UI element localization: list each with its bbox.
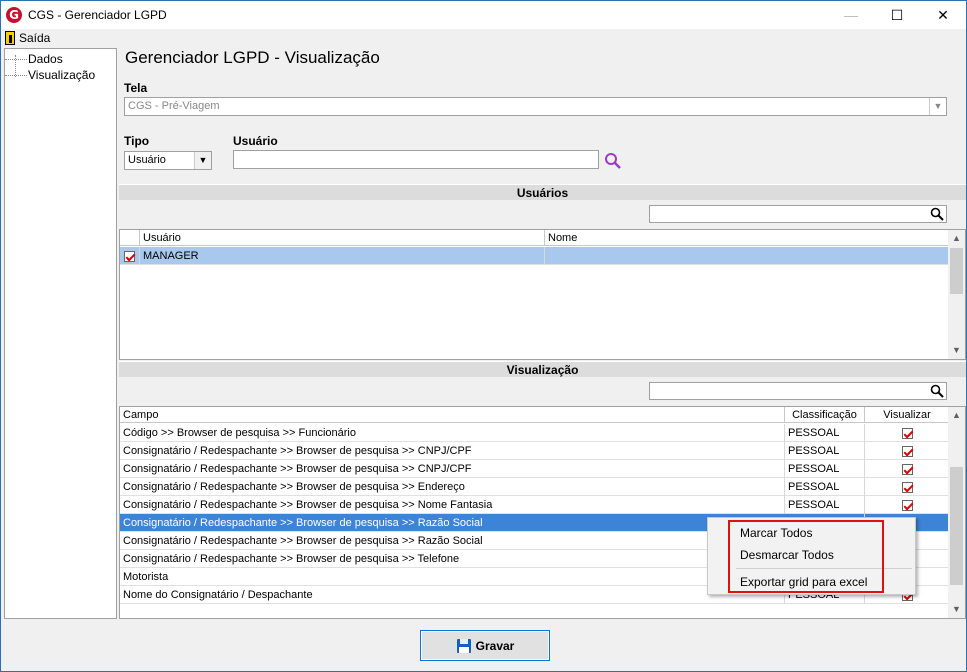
cell-usuario: MANAGER [140,247,545,265]
tree-item-visualizacao[interactable]: Visualização [5,67,95,83]
minimize-button[interactable]: — [828,1,874,29]
page-title: Gerenciador LGPD - Visualização [125,48,380,67]
table-row[interactable]: Código >> Browser de pesquisa >> Funcion… [120,424,950,442]
usuarios-grid: Usuário Nome MANAGER ▲ ▼ [119,229,966,360]
column-header-nome[interactable]: Nome [545,230,950,246]
save-button[interactable]: Gravar [420,630,550,661]
search-icon[interactable] [930,384,944,398]
exit-door-icon [5,31,15,45]
scroll-down-icon[interactable]: ▼ [948,601,965,618]
cell-visualizar[interactable] [865,496,950,514]
tela-label: Tela [124,81,148,95]
tree-item-label: Visualização [28,68,96,82]
scroll-thumb[interactable] [950,248,963,294]
cell-classificacao: PESSOAL [785,460,865,478]
cell-classificacao: PESSOAL [785,424,865,442]
cell-campo: Consignatário / Redespachante >> Browser… [120,532,785,550]
search-icon[interactable] [603,151,623,171]
table-row[interactable]: Consignatário / Redespachante >> Browser… [120,460,950,478]
scroll-up-icon[interactable]: ▲ [948,230,965,247]
cell-visualizar[interactable] [865,478,950,496]
cell-campo: Consignatário / Redespachante >> Browser… [120,442,785,460]
visualizacao-section-header: Visualização [119,361,966,377]
visualizar-checkbox[interactable] [901,499,913,511]
cell-campo: Consignatário / Redespachante >> Browser… [120,550,785,568]
search-icon[interactable] [930,207,944,221]
title-bar: G CGS - Gerenciador LGPD — ☐ ✕ [1,1,966,29]
visualizacao-filter-input[interactable] [649,382,947,400]
menu-bar: Saída [1,29,966,47]
tela-value: CGS - Pré-Viagem [128,100,220,112]
cell-classificacao: PESSOAL [785,442,865,460]
table-row[interactable]: Consignatário / Redespachante >> Browser… [120,478,950,496]
cell-campo: Nome do Consignatário / Despachante [120,586,785,604]
cell-campo: Consignatário / Redespachante >> Browser… [120,478,785,496]
cell-campo: Consignatário / Redespachante >> Browser… [120,460,785,478]
cell-campo: Consignatário / Redespachante >> Browser… [120,514,785,532]
cell-visualizar[interactable] [865,460,950,478]
chevron-down-icon[interactable]: ▼ [194,152,211,169]
visualizar-checkbox[interactable] [901,463,913,475]
tree-item-label: Dados [28,52,63,66]
tipo-value: Usuário [128,154,166,166]
table-row[interactable]: MANAGER [120,247,950,265]
scroll-up-icon[interactable]: ▲ [948,407,965,424]
navigation-tree: Dados Visualização [4,48,117,619]
row-indicator-column [120,230,140,246]
menu-exit-label: Saída [19,31,51,45]
scroll-thumb[interactable] [950,467,963,585]
tela-combo[interactable]: CGS - Pré-Viagem ▼ [124,97,947,116]
cell-classificacao: PESSOAL [785,478,865,496]
visualizar-checkbox[interactable] [901,445,913,457]
usuarios-section-header: Usuários [119,184,966,200]
row-checkbox-cell[interactable] [120,247,140,265]
tipo-select[interactable]: Usuário ▼ [124,151,212,170]
floppy-disk-icon [456,638,471,653]
scroll-down-icon[interactable]: ▼ [948,342,965,359]
table-row[interactable]: Consignatário / Redespachante >> Browser… [120,496,950,514]
maximize-button[interactable]: ☐ [874,1,920,29]
chevron-down-icon[interactable]: ▼ [929,98,946,115]
cell-nome [545,247,950,265]
usuarios-filter-input[interactable] [649,205,947,223]
cell-campo: Consignatário / Redespachante >> Browser… [120,496,785,514]
visualizacao-vertical-scrollbar[interactable]: ▲ ▼ [948,407,965,618]
annotation-highlight-box [728,520,884,593]
tree-item-dados[interactable]: Dados [5,51,63,67]
window-title: CGS - Gerenciador LGPD [28,8,167,22]
usuario-input[interactable] [233,150,599,169]
visualizar-checkbox[interactable] [901,481,913,493]
close-button[interactable]: ✕ [920,1,966,29]
app-window: G CGS - Gerenciador LGPD — ☐ ✕ Saída Dad… [0,0,967,672]
cell-visualizar[interactable] [865,424,950,442]
column-header-campo[interactable]: Campo [120,407,785,423]
save-button-label: Gravar [475,638,515,653]
table-row[interactable]: Consignatário / Redespachante >> Browser… [120,442,950,460]
row-checkbox[interactable] [124,250,135,262]
cell-classificacao: PESSOAL [785,496,865,514]
cell-visualizar[interactable] [865,442,950,460]
visualizar-checkbox[interactable] [901,427,913,439]
usuario-label: Usuário [233,134,278,148]
usuarios-vertical-scrollbar[interactable]: ▲ ▼ [948,230,965,359]
app-logo-icon: G [6,7,22,23]
column-header-visualizar[interactable]: Visualizar [865,407,950,423]
usuarios-grid-header: Usuário Nome [120,230,950,246]
cell-campo: Motorista [120,568,785,586]
cell-campo: Código >> Browser de pesquisa >> Funcion… [120,424,785,442]
tipo-label: Tipo [124,134,150,148]
tree-branch [5,74,27,76]
column-header-usuario[interactable]: Usuário [140,230,545,246]
visualizacao-grid-header: Campo Classificação Visualizar [120,407,950,423]
tree-branch [5,58,27,60]
menu-exit[interactable]: Saída [5,30,50,46]
column-header-classificacao[interactable]: Classificação [785,407,865,423]
